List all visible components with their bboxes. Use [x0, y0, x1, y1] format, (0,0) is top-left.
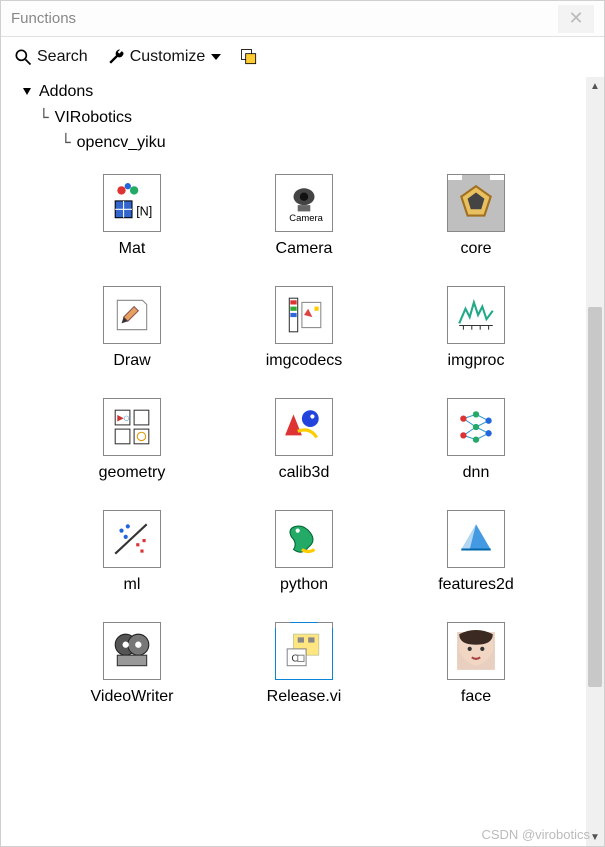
- tree-expand-icon: [21, 86, 33, 98]
- search-icon: [13, 47, 33, 67]
- core-icon: [447, 174, 505, 232]
- customize-button[interactable]: Customize: [106, 47, 222, 67]
- palette-item-geometry[interactable]: ▶⬡ geometry: [57, 398, 207, 482]
- palette-label: ml: [124, 576, 141, 594]
- dnn-icon: [447, 398, 505, 456]
- tree-root[interactable]: Addons: [21, 79, 586, 105]
- scroll-thumb[interactable]: [588, 307, 602, 687]
- scrollbar[interactable]: ▲ ▼: [586, 77, 604, 846]
- draw-icon: [103, 286, 161, 344]
- palette-item-videowriter[interactable]: VideoWriter: [57, 622, 207, 706]
- breadcrumb-tree: Addons └ VIRobotics └ opencv_yiku: [1, 79, 586, 156]
- palette-item-core[interactable]: core: [401, 174, 551, 258]
- face-icon: [447, 622, 505, 680]
- palette-label: dnn: [463, 464, 490, 482]
- geometry-icon: ▶⬡: [103, 398, 161, 456]
- chevron-down-icon: [211, 54, 221, 60]
- mat-icon: [N]: [103, 174, 161, 232]
- camera-icon: Camera: [275, 174, 333, 232]
- tree-child-virobotics[interactable]: └ VIRobotics: [21, 105, 586, 131]
- tree-child2-label: opencv_yiku: [77, 130, 166, 156]
- main-panel: Addons └ VIRobotics └ opencv_yiku [N] Ma…: [1, 77, 586, 846]
- imgproc-icon: [447, 286, 505, 344]
- palette-item-imgcodecs[interactable]: imgcodecs: [229, 286, 379, 370]
- palette-label: geometry: [99, 464, 166, 482]
- content-area: Addons └ VIRobotics └ opencv_yiku [N] Ma…: [1, 77, 604, 846]
- videowriter-icon: [103, 622, 161, 680]
- search-label: Search: [37, 48, 88, 66]
- palette-item-imgproc[interactable]: imgproc: [401, 286, 551, 370]
- calib3d-icon: [275, 398, 333, 456]
- scroll-up-icon[interactable]: ▲: [586, 77, 604, 95]
- palette-item-camera[interactable]: Camera Camera: [229, 174, 379, 258]
- palette-label: imgcodecs: [266, 352, 342, 370]
- palette-label: VideoWriter: [91, 688, 174, 706]
- tree-child1-label: VIRobotics: [55, 105, 132, 131]
- svg-text:Camera: Camera: [289, 213, 323, 224]
- release-icon: C: [275, 622, 333, 680]
- watermark: CSDN @virobotics: [481, 827, 590, 842]
- palette-item-draw[interactable]: Draw: [57, 286, 207, 370]
- palette-label: imgproc: [448, 352, 505, 370]
- ml-icon: [103, 510, 161, 568]
- palette-label: python: [280, 576, 328, 594]
- tree-child-opencv-yiku[interactable]: └ opencv_yiku: [21, 130, 586, 156]
- titlebar: Functions ✕: [1, 1, 604, 37]
- close-icon: ✕: [568, 8, 583, 29]
- toolbar: Search Customize: [1, 37, 604, 77]
- svg-text:⬡: ⬡: [124, 415, 130, 422]
- palette-view-button[interactable]: [239, 47, 259, 67]
- tree-connector-icon: └: [61, 130, 71, 156]
- palette-item-ml[interactable]: ml: [57, 510, 207, 594]
- palette-label: Mat: [119, 240, 146, 258]
- palette-item-release-vi[interactable]: C Release.vi: [229, 622, 379, 706]
- palette-label: Release.vi: [267, 688, 342, 706]
- wrench-icon: [106, 47, 126, 67]
- tree-connector-icon: └: [39, 105, 49, 131]
- palette-item-calib3d[interactable]: calib3d: [229, 398, 379, 482]
- imgcodecs-icon: [275, 286, 333, 344]
- palette-label: calib3d: [279, 464, 330, 482]
- palette-label: core: [460, 240, 491, 258]
- palette-view-icon: [239, 47, 259, 67]
- palette-item-face[interactable]: face: [401, 622, 551, 706]
- customize-label: Customize: [130, 48, 206, 66]
- search-button[interactable]: Search: [13, 47, 88, 67]
- palette-item-python[interactable]: python: [229, 510, 379, 594]
- palette-label: face: [461, 688, 491, 706]
- close-button[interactable]: ✕: [558, 5, 594, 33]
- palette-label: Draw: [113, 352, 150, 370]
- palette-item-mat[interactable]: [N] Mat: [57, 174, 207, 258]
- palette-grid: [N] Mat Camera Camera: [1, 156, 586, 716]
- palette-label: Camera: [276, 240, 333, 258]
- features2d-icon: [447, 510, 505, 568]
- palette-label: features2d: [438, 576, 514, 594]
- tree-root-label: Addons: [39, 79, 93, 105]
- window-title: Functions: [11, 10, 558, 27]
- palette-item-dnn[interactable]: dnn: [401, 398, 551, 482]
- palette-item-features2d[interactable]: features2d: [401, 510, 551, 594]
- python-icon: [275, 510, 333, 568]
- svg-text:[N]: [N]: [136, 204, 152, 218]
